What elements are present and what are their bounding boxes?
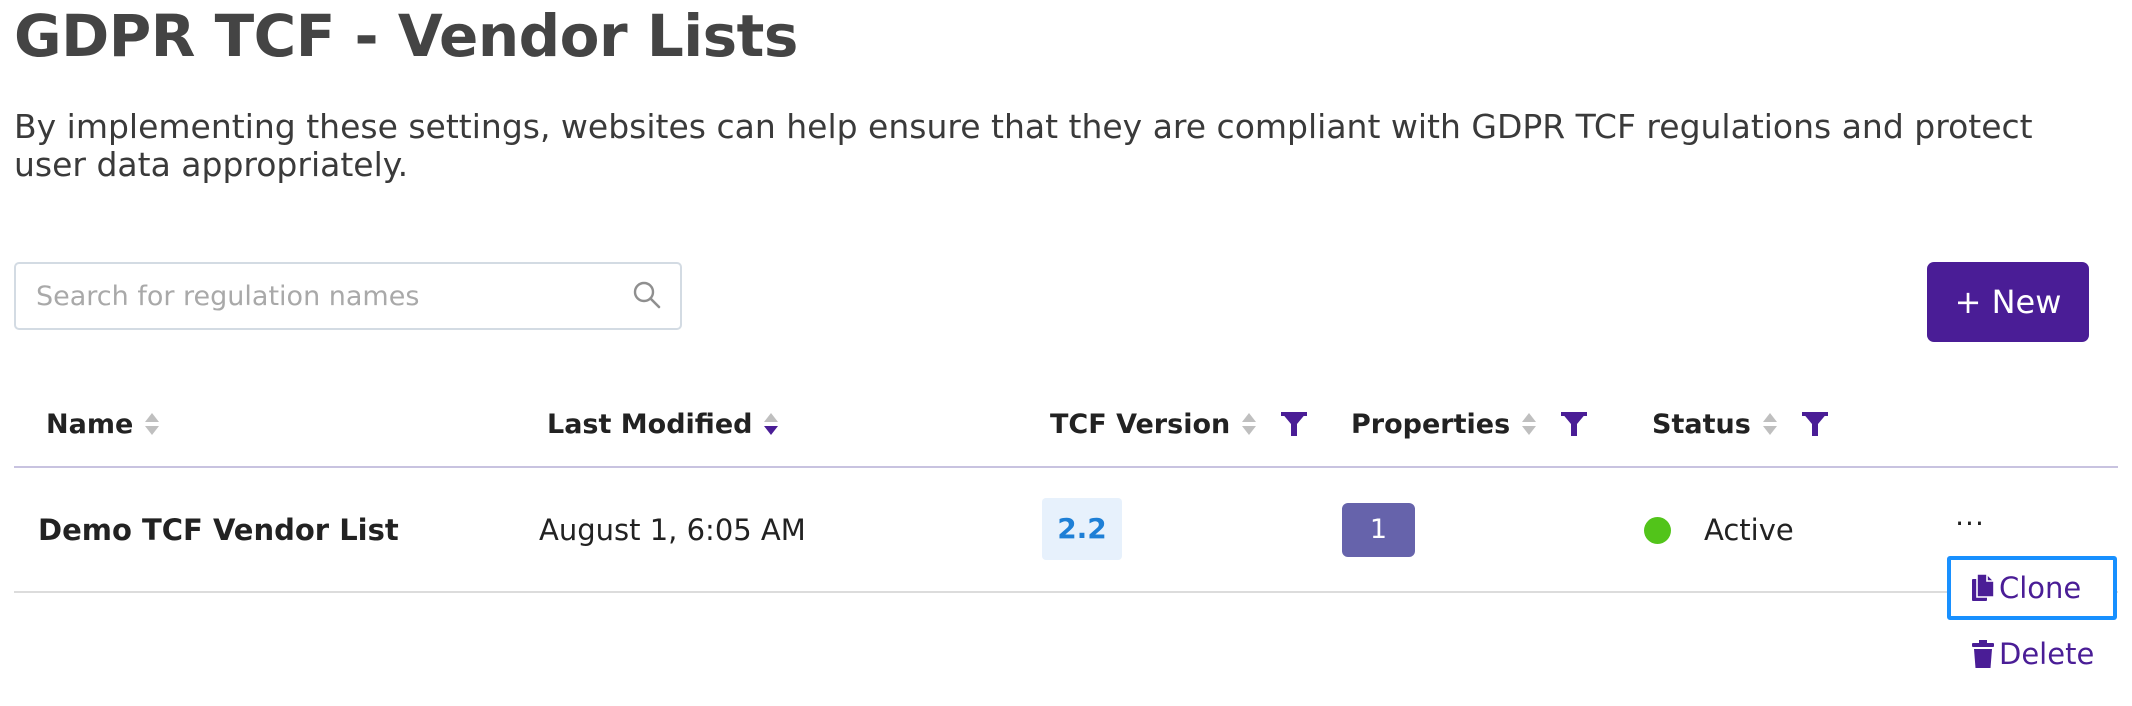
column-header-name[interactable]: Name <box>46 404 161 444</box>
clone-label: Clone <box>1999 571 2082 605</box>
sort-descending-icon[interactable] <box>762 410 780 438</box>
filter-icon[interactable] <box>1280 410 1308 438</box>
column-header-label: Properties <box>1351 408 1511 440</box>
filter-icon[interactable] <box>1801 410 1829 438</box>
column-header-last-modified[interactable]: Last Modified <box>547 404 780 444</box>
column-header-status[interactable]: Status <box>1652 404 1829 444</box>
sort-icon[interactable] <box>143 410 161 438</box>
column-header-label: Name <box>46 408 134 440</box>
search-icon[interactable] <box>632 280 662 310</box>
filter-icon[interactable] <box>1560 410 1588 438</box>
tcf-version-badge: 2.2 <box>1042 498 1122 560</box>
column-header-label: Status <box>1652 408 1751 440</box>
vendor-lists-page: GDPR TCF - Vendor Lists By implementing … <box>0 0 2132 706</box>
table-row-divider <box>14 591 2118 593</box>
search-box[interactable] <box>14 262 682 330</box>
properties-count-badge[interactable]: 1 <box>1342 503 1415 557</box>
delete-menu-item[interactable]: Delete <box>1947 622 2117 686</box>
sort-icon[interactable] <box>1240 410 1258 438</box>
search-input[interactable] <box>36 264 616 328</box>
row-name[interactable]: Demo TCF Vendor List <box>38 510 399 550</box>
clone-menu-item[interactable]: Clone <box>1947 556 2117 620</box>
status-active-dot <box>1644 517 1671 544</box>
sort-icon[interactable] <box>1761 410 1779 438</box>
row-last-modified: August 1, 6:05 AM <box>539 513 806 547</box>
copy-icon <box>1972 573 1995 601</box>
page-description: By implementing these settings, websites… <box>14 107 2033 184</box>
more-actions-button[interactable]: ... <box>1952 502 1988 540</box>
column-header-tcf-version[interactable]: TCF Version <box>1050 404 1308 444</box>
column-header-properties[interactable]: Properties <box>1351 404 1588 444</box>
sort-icon[interactable] <box>1520 410 1538 438</box>
page-title: GDPR TCF - Vendor Lists <box>14 2 798 70</box>
delete-label: Delete <box>1999 637 2095 671</box>
status-text: Active <box>1704 513 1794 547</box>
new-button[interactable]: + New <box>1927 262 2089 342</box>
table-header-divider <box>14 466 2118 468</box>
trash-icon <box>1972 640 1994 668</box>
column-header-label: Last Modified <box>547 408 753 440</box>
column-header-label: TCF Version <box>1050 408 1231 440</box>
